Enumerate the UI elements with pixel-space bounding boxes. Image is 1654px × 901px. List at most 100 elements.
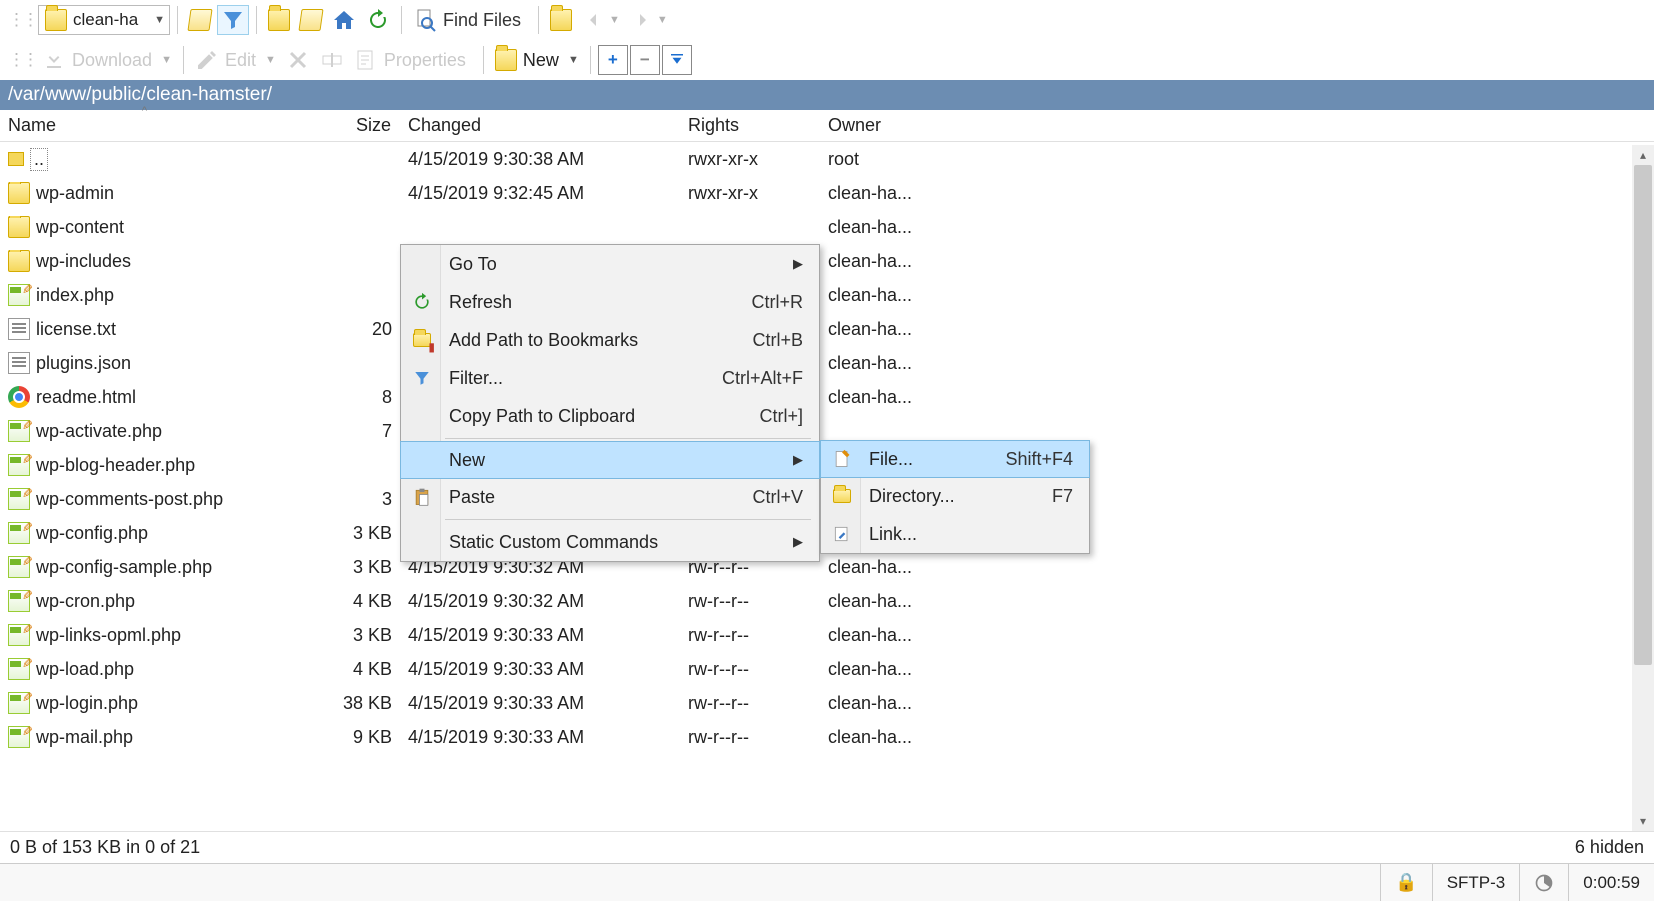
file-owner: clean-ha... — [820, 251, 960, 272]
menu-custom-commands[interactable]: Static Custom Commands▶ — [401, 523, 819, 561]
plus-icon: + — [608, 50, 618, 70]
status-time: 0:00:59 — [1568, 864, 1654, 901]
refresh-icon — [366, 8, 390, 32]
selection-summary: 0 B of 153 KB in 0 of 21 — [10, 837, 200, 858]
open-dir-button[interactable] — [296, 5, 326, 35]
file-owner: clean-ha... — [820, 727, 960, 748]
minus-button[interactable]: − — [630, 45, 660, 75]
file-size: 4 KB — [290, 659, 400, 680]
delete-button[interactable] — [282, 45, 314, 75]
filter-toggle-button[interactable] — [217, 5, 249, 35]
search-doc-icon — [413, 8, 437, 32]
menu-refresh[interactable]: RefreshCtrl+R — [401, 283, 819, 321]
submenu-file[interactable]: File...Shift+F4 — [820, 440, 1090, 478]
file-name: wp-admin — [36, 183, 114, 204]
file-changed: 4/15/2019 9:30:38 AM — [400, 149, 680, 170]
properties-button[interactable]: Properties — [350, 45, 476, 75]
edit-icon — [195, 48, 219, 72]
plus-button[interactable]: + — [598, 45, 628, 75]
table-row[interactable]: ..4/15/2019 9:30:38 AMrwxr-xr-xroot — [0, 142, 1654, 176]
folder-sync-icon — [550, 9, 572, 31]
context-menu: Go To▶ RefreshCtrl+R ▮ Add Path to Bookm… — [400, 244, 820, 562]
col-header-rights[interactable]: Rights — [680, 111, 820, 140]
scroll-up-icon[interactable]: ▴ — [1632, 145, 1654, 165]
vertical-scrollbar[interactable]: ▴ ▾ — [1632, 145, 1654, 831]
sync-button[interactable] — [546, 5, 576, 35]
edit-button[interactable]: Edit ▼ — [191, 45, 280, 75]
toolbar-secondary: ⋮⋮ Download ▼ Edit ▼ Properties New ▼ + … — [0, 40, 1654, 80]
menu-filter[interactable]: Filter...Ctrl+Alt+F — [401, 359, 819, 397]
new-button[interactable]: New ▼ — [491, 45, 583, 75]
folder-icon — [45, 9, 67, 31]
refresh-button[interactable] — [362, 5, 394, 35]
menu-copy-path[interactable]: Copy Path to ClipboardCtrl+] — [401, 397, 819, 435]
parent-dir-button[interactable] — [185, 5, 215, 35]
file-rights: rw-r--r-- — [680, 693, 820, 714]
table-row[interactable]: wp-mail.php9 KB4/15/2019 9:30:33 AMrw-r-… — [0, 720, 1654, 754]
file-owner: clean-ha... — [820, 625, 960, 646]
home-button[interactable] — [328, 5, 360, 35]
download-button[interactable]: Download ▼ — [38, 45, 176, 75]
file-type-icon — [8, 182, 30, 204]
col-header-owner[interactable]: Owner — [820, 111, 960, 140]
status-protocol: SFTP-3 — [1432, 864, 1520, 901]
back-button[interactable] — [264, 5, 294, 35]
select-down-icon — [668, 51, 686, 69]
new-label: New — [517, 50, 565, 71]
table-row[interactable]: plugins.jsonclean-ha... — [0, 346, 1654, 380]
home-icon — [332, 8, 356, 32]
nav-back-button[interactable]: ▼ — [578, 5, 624, 35]
file-name: wp-mail.php — [36, 727, 133, 748]
table-row[interactable]: wp-load.php4 KB4/15/2019 9:30:33 AMrw-r-… — [0, 652, 1654, 686]
path-bar[interactable]: /var/www/public/clean-hamster/ — [0, 80, 1654, 110]
select-all-button[interactable] — [662, 45, 692, 75]
file-size: 7 — [290, 421, 400, 442]
download-label: Download — [66, 50, 158, 71]
table-row[interactable]: wp-contentclean-ha... — [0, 210, 1654, 244]
menu-goto[interactable]: Go To▶ — [401, 245, 819, 283]
table-row[interactable]: wp-cron.php4 KB4/15/2019 9:30:32 AMrw-r-… — [0, 584, 1654, 618]
file-type-icon — [8, 284, 30, 306]
file-name: wp-links-opml.php — [36, 625, 181, 646]
arrow-right-icon — [630, 8, 654, 32]
toolbar-grip: ⋮⋮ — [8, 10, 36, 30]
table-row[interactable]: wp-config-sample.php3 KB4/15/2019 9:30:3… — [0, 550, 1654, 584]
file-changed: 4/15/2019 9:30:33 AM — [400, 659, 680, 680]
file-rights: rwxr-xr-x — [680, 149, 820, 170]
file-type-icon — [8, 556, 30, 578]
nav-forward-button[interactable]: ▼ — [626, 5, 672, 35]
address-combo[interactable]: clean-ha ▼ — [38, 5, 170, 35]
delete-icon — [286, 48, 310, 72]
scroll-thumb[interactable] — [1634, 165, 1652, 665]
menu-new[interactable]: New▶ — [400, 441, 820, 479]
menu-bookmark[interactable]: ▮ Add Path to BookmarksCtrl+B — [401, 321, 819, 359]
file-name: wp-blog-header.php — [36, 455, 195, 476]
table-row[interactable]: index.phpclean-ha... — [0, 278, 1654, 312]
table-row[interactable]: license.txt20clean-ha... — [0, 312, 1654, 346]
rename-button[interactable] — [316, 45, 348, 75]
file-size: 4 KB — [290, 591, 400, 612]
submenu-directory[interactable]: Directory...F7 — [821, 477, 1089, 515]
menu-paste[interactable]: PasteCtrl+V — [401, 478, 819, 516]
col-header-name[interactable]: Name — [0, 111, 290, 140]
list-header: Name Size Changed Rights Owner — [0, 110, 1654, 142]
file-name: wp-includes — [36, 251, 131, 272]
col-header-size[interactable]: Size — [290, 111, 400, 140]
status-lock: 🔒 — [1380, 864, 1431, 901]
folder-open-up-icon — [187, 9, 212, 31]
table-row[interactable]: wp-login.php38 KB4/15/2019 9:30:33 AMrw-… — [0, 686, 1654, 720]
table-row[interactable]: wp-links-opml.php3 KB4/15/2019 9:30:33 A… — [0, 618, 1654, 652]
file-type-icon — [8, 386, 30, 408]
file-rights: rw-r--r-- — [680, 727, 820, 748]
table-row[interactable]: wp-includes clean-ha... — [0, 244, 1654, 278]
col-header-changed[interactable]: Changed — [400, 111, 680, 140]
file-rights: rw-r--r-- — [680, 625, 820, 646]
file-changed: 4/15/2019 9:30:33 AM — [400, 693, 680, 714]
table-row[interactable]: wp-admin4/15/2019 9:32:45 AMrwxr-xr-xcle… — [0, 176, 1654, 210]
scroll-down-icon[interactable]: ▾ — [1632, 811, 1654, 831]
find-files-button[interactable]: Find Files — [409, 5, 531, 35]
submenu-link[interactable]: Link... — [821, 515, 1089, 553]
table-row[interactable]: readme.html8clean-ha... — [0, 380, 1654, 414]
file-rights: rw-r--r-- — [680, 591, 820, 612]
file-owner: clean-ha... — [820, 693, 960, 714]
